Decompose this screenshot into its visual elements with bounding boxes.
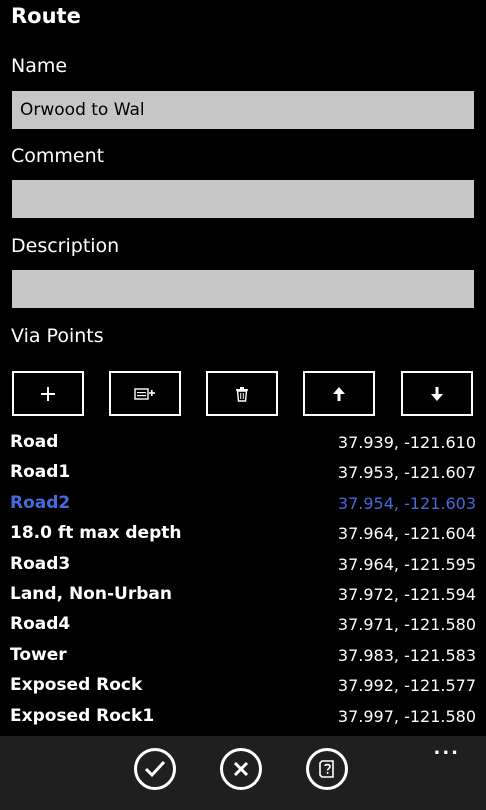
- arrow-up-icon: [333, 386, 345, 401]
- description-label: Description: [11, 235, 120, 257]
- via-point-coords: 37.972, -121.594: [337, 585, 476, 604]
- help-button[interactable]: [306, 748, 348, 790]
- via-point-row[interactable]: 18.0 ft max depth 37.964, -121.604: [0, 519, 486, 549]
- page-title: Route: [11, 4, 81, 28]
- via-point-name: Road3: [10, 553, 71, 574]
- via-point-name: Road1: [10, 462, 71, 483]
- via-points-label: Via Points: [11, 325, 104, 347]
- via-point-coords: 37.954, -121.603: [337, 493, 476, 513]
- plus-icon: [41, 386, 55, 401]
- via-point-row[interactable]: Road2 37.954, -121.603: [0, 489, 486, 519]
- via-point-name: Exposed Rock1: [10, 705, 155, 726]
- ok-button[interactable]: [134, 748, 176, 790]
- route-page: Route Name Comment Description Via Point…: [0, 0, 486, 736]
- via-point-coords: 37.939, -121.610: [337, 433, 476, 452]
- via-point-row[interactable]: Road 37.939, -121.610: [0, 428, 486, 458]
- via-point-name: Road4: [10, 614, 71, 635]
- add-via-point-button[interactable]: [12, 371, 84, 416]
- via-point-name: Exposed Rock: [10, 675, 143, 696]
- add-from-list-button[interactable]: [109, 371, 181, 416]
- name-label: Name: [11, 55, 68, 77]
- via-point-row[interactable]: Exposed Rock 37.992, -121.577: [0, 671, 486, 701]
- move-up-button[interactable]: [303, 371, 375, 416]
- via-point-row[interactable]: Road4 37.971, -121.580: [0, 610, 486, 640]
- via-point-coords: 37.992, -121.577: [337, 676, 476, 696]
- delete-via-point-button[interactable]: [206, 371, 278, 416]
- checkmark-icon: [144, 760, 166, 778]
- more-options-button[interactable]: ...: [433, 740, 460, 758]
- via-point-coords: 37.953, -121.607: [337, 463, 476, 483]
- via-point-name: Land, Non-Urban: [10, 584, 172, 604]
- comment-field[interactable]: [12, 180, 474, 218]
- via-point-name: 18.0 ft max depth: [10, 523, 182, 544]
- via-point-name: Road: [10, 432, 59, 452]
- via-point-row[interactable]: Road1 37.953, -121.607: [0, 458, 486, 488]
- via-point-row[interactable]: Road3 37.964, -121.595: [0, 550, 486, 580]
- cancel-button[interactable]: [220, 748, 262, 790]
- via-point-row[interactable]: Exposed Rock1 37.997, -121.580: [0, 702, 486, 732]
- via-point-coords: 37.971, -121.580: [337, 615, 476, 635]
- via-point-coords: 37.964, -121.595: [337, 554, 476, 574]
- via-point-coords: 37.997, -121.580: [337, 706, 476, 726]
- via-point-name: Road2: [10, 492, 71, 513]
- app-bar: ...: [0, 736, 486, 810]
- description-field[interactable]: [12, 270, 474, 308]
- via-point-name: Tower: [10, 644, 67, 665]
- list-add-icon: [134, 387, 155, 400]
- name-field[interactable]: [12, 91, 474, 129]
- via-point-row[interactable]: Land, Non-Urban 37.972, -121.594: [0, 580, 486, 610]
- close-icon: [233, 761, 249, 777]
- via-point-coords: 37.983, -121.583: [337, 645, 476, 665]
- comment-label: Comment: [11, 145, 105, 167]
- via-point-row[interactable]: Tower 37.983, -121.583: [0, 641, 486, 671]
- trash-icon: [236, 386, 248, 402]
- arrow-down-icon: [431, 386, 443, 401]
- via-point-coords: 37.964, -121.604: [337, 524, 476, 544]
- move-down-button[interactable]: [401, 371, 473, 416]
- help-book-icon: [319, 760, 334, 778]
